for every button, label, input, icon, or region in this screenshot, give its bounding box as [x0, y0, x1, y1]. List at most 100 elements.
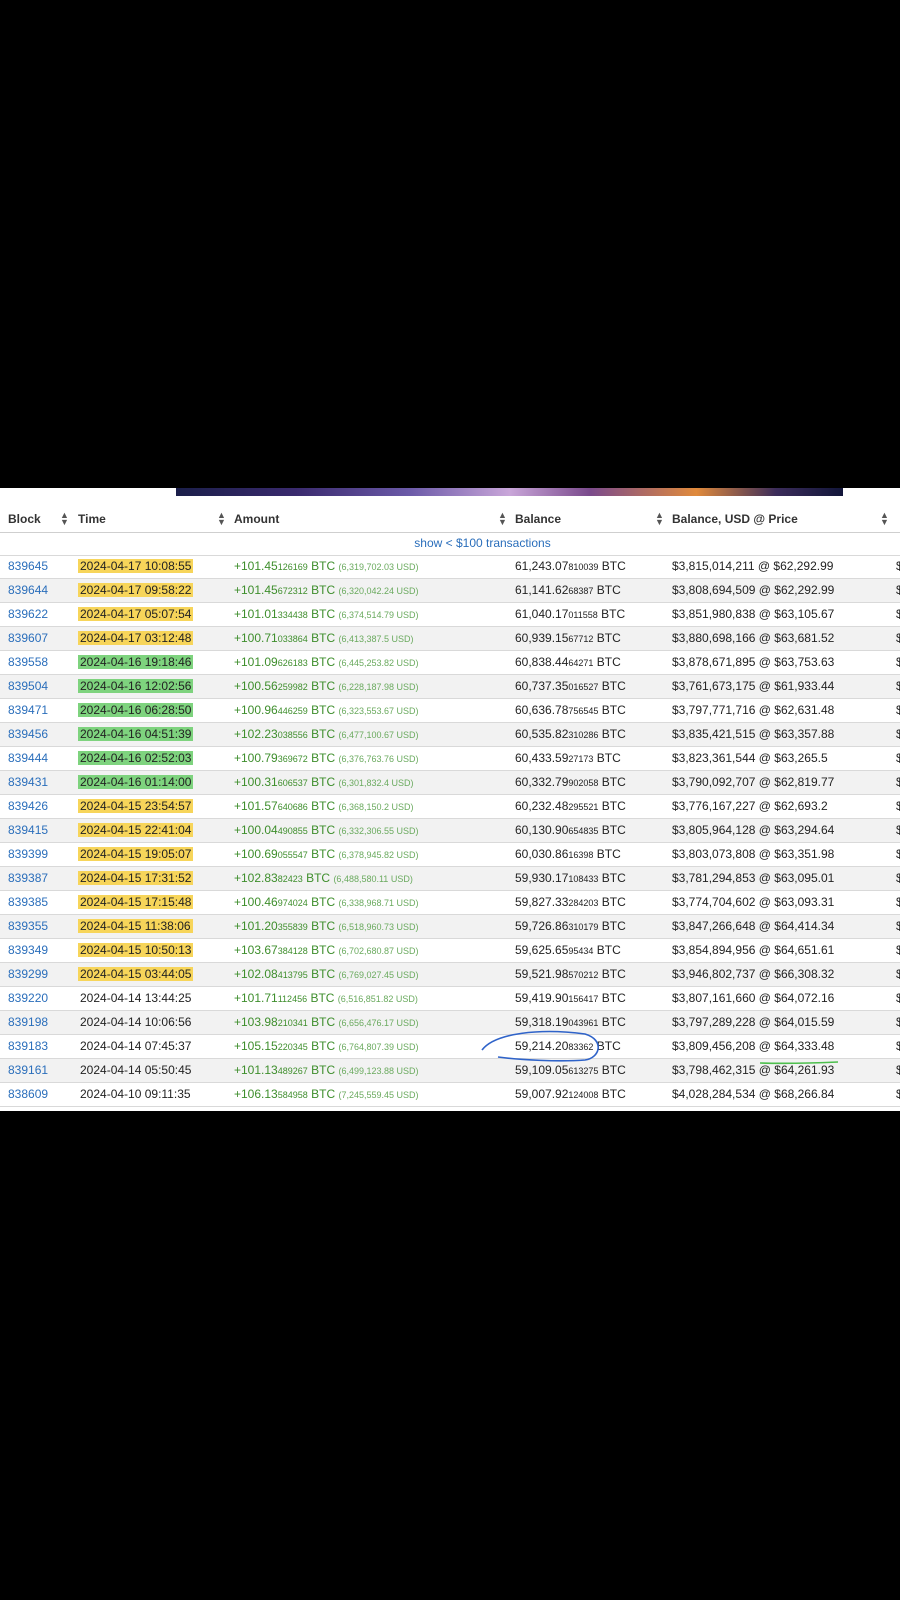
block-link[interactable]: 839504	[8, 679, 48, 693]
block-link[interactable]: 839558	[8, 655, 48, 669]
amount-usd: (6,764,807.39 USD)	[338, 1042, 419, 1052]
table-row: 839558 2024-04-16 19:18:46 +101.09626183 B…	[0, 651, 900, 675]
balance-usd-cell: $3,761,673,175 @ $61,933.44	[672, 679, 834, 693]
amount-main: +100.04	[234, 823, 278, 837]
block-link[interactable]: 839645	[8, 559, 48, 573]
balance-main: 59,625.65	[515, 943, 569, 957]
balance-cell: 59,726.86310179 BTC	[515, 919, 626, 933]
amount-usd: (6,516,851.82 USD)	[337, 994, 418, 1004]
block-link[interactable]: 839607	[8, 631, 48, 645]
balance-usd-value: $3,835,421,515	[672, 727, 756, 741]
balance-usd-cell: $3,797,289,228 @ $64,015.59	[672, 1015, 834, 1029]
amount-unit: BTC	[311, 703, 336, 717]
sort-icon-block[interactable]: ▲ ▼	[60, 511, 69, 527]
block-link[interactable]: 839198	[8, 1015, 48, 1029]
balance-main: 60,433.59	[515, 751, 569, 765]
block-link[interactable]: 839622	[8, 607, 48, 621]
balance-usd-cell: $3,807,161,660 @ $64,072.16	[672, 991, 834, 1005]
block-link[interactable]: 839399	[8, 847, 48, 861]
amount-cell: +101.20355839 BTC (6,518,960.73 USD)	[234, 919, 419, 933]
header-time[interactable]: Time	[78, 512, 106, 526]
amount-usd: (6,413,387.5 USD)	[338, 634, 414, 644]
block-link[interactable]: 839456	[8, 727, 48, 741]
amount-main: +101.01	[234, 607, 278, 621]
price-value: @ $68,266.84	[758, 1087, 835, 1101]
amount-fraction: 112456	[277, 994, 308, 1004]
balance-usd-cell: $3,835,421,515 @ $63,357.88	[672, 727, 834, 741]
amount-fraction: 334438	[277, 610, 308, 620]
balance-usd-cell: $3,809,456,208 @ $64,333.48	[672, 1039, 834, 1053]
block-link[interactable]: 839644	[8, 583, 48, 597]
block-link[interactable]: 839183	[8, 1039, 48, 1053]
balance-cell: 61,040.17011558 BTC	[515, 607, 625, 621]
table-row: 839504 2024-04-16 12:02:56 +100.56259982 B…	[0, 675, 900, 699]
cut-off-column-glyph: $	[896, 1039, 900, 1053]
balance-cell: 61,141.6268387 BTC	[515, 583, 621, 597]
amount-unit: BTC	[311, 607, 336, 621]
cut-off-column-glyph: $	[896, 1015, 900, 1029]
balance-cell: 60,737.35016527 BTC	[515, 679, 626, 693]
amount-cell: +102.08413795 BTC (6,769,027.45 USD)	[234, 967, 419, 981]
amount-fraction: 640686	[277, 802, 308, 812]
amount-usd: (6,338,968.71 USD)	[338, 898, 419, 908]
balance-unit: BTC	[596, 847, 621, 861]
time-cell: 2024-04-17 09:58:22	[78, 583, 194, 597]
block-link[interactable]: 839426	[8, 799, 48, 813]
amount-fraction: 82423	[277, 874, 303, 884]
balance-cell: 59,007.92124008 BTC	[515, 1087, 626, 1101]
balance-cell: 60,433.5927173 BTC	[515, 751, 621, 765]
header-balance-usd[interactable]: Balance, USD @ Price	[672, 512, 798, 526]
amount-usd: (6,301,832.4 USD)	[338, 778, 414, 788]
balance-unit: BTC	[601, 799, 626, 813]
sort-icon-balance[interactable]: ▲ ▼	[655, 511, 664, 527]
amount-unit: BTC	[311, 1015, 336, 1029]
balance-main: 61,243.07	[515, 559, 569, 573]
header-amount[interactable]: Amount	[234, 512, 279, 526]
sort-icon-balance-usd[interactable]: ▲ ▼	[880, 511, 889, 527]
sort-icon-amount[interactable]: ▲ ▼	[498, 511, 507, 527]
block-link[interactable]: 839355	[8, 919, 48, 933]
block-link[interactable]: 839471	[8, 703, 48, 717]
time-cell: 2024-04-16 02:52:03	[78, 751, 194, 765]
block-link[interactable]: 839444	[8, 751, 48, 765]
block-link[interactable]: 839349	[8, 943, 48, 957]
table-row: 839415 2024-04-15 22:41:04 +100.04490855 B…	[0, 819, 900, 843]
header-block[interactable]: Block	[8, 512, 41, 526]
balance-cell: 60,939.1567712 BTC	[515, 631, 621, 645]
block-link[interactable]: 838609	[8, 1087, 48, 1101]
cut-off-column-glyph: $	[896, 631, 900, 645]
balance-main: 59,109.05	[515, 1063, 569, 1077]
block-link[interactable]: 839387	[8, 871, 48, 885]
amount-unit: BTC	[311, 943, 336, 957]
table-row: 838609 2024-04-10 09:11:35 +106.13584958 B…	[0, 1083, 900, 1107]
balance-cell: 59,214.2083362 BTC	[515, 1039, 621, 1053]
block-link[interactable]: 839220	[8, 991, 48, 1005]
cut-off-column-glyph: $	[896, 1087, 900, 1101]
block-link[interactable]: 839385	[8, 895, 48, 909]
time-cell: 2024-04-17 05:07:54	[78, 607, 194, 621]
balance-unit: BTC	[601, 871, 626, 885]
amount-main: +100.69	[234, 847, 278, 861]
sort-icon-time[interactable]: ▲ ▼	[217, 511, 226, 527]
block-link[interactable]: 839431	[8, 775, 48, 789]
cut-off-column-glyph: $	[896, 727, 900, 741]
show-small-transactions-link[interactable]: show < $100 transactions	[0, 536, 900, 550]
amount-main: +102.08	[234, 967, 278, 981]
block-link[interactable]: 839299	[8, 967, 48, 981]
balance-usd-cell: $3,781,294,853 @ $63,095.01	[672, 871, 834, 885]
balance-usd-cell: $3,805,964,128 @ $63,294.64	[672, 823, 834, 837]
balance-usd-value: $4,028,284,534	[672, 1087, 756, 1101]
balance-usd-value: $3,776,167,227	[672, 799, 756, 813]
block-link[interactable]: 839161	[8, 1063, 48, 1077]
balance-usd-cell: $3,774,704,602 @ $63,093.31	[672, 895, 834, 909]
balance-main: 60,636.78	[515, 703, 569, 717]
balance-cell: 59,318.19043961 BTC	[515, 1015, 626, 1029]
amount-main: +105.15	[234, 1039, 278, 1053]
time-cell: 2024-04-15 17:15:48	[78, 895, 194, 909]
balance-usd-value: $3,809,456,208	[672, 1039, 756, 1053]
amount-fraction: 126169	[277, 562, 308, 572]
header-balance[interactable]: Balance	[515, 512, 561, 526]
cut-off-column-glyph: $	[896, 703, 900, 717]
amount-fraction: 584958	[277, 1090, 308, 1100]
block-link[interactable]: 839415	[8, 823, 48, 837]
